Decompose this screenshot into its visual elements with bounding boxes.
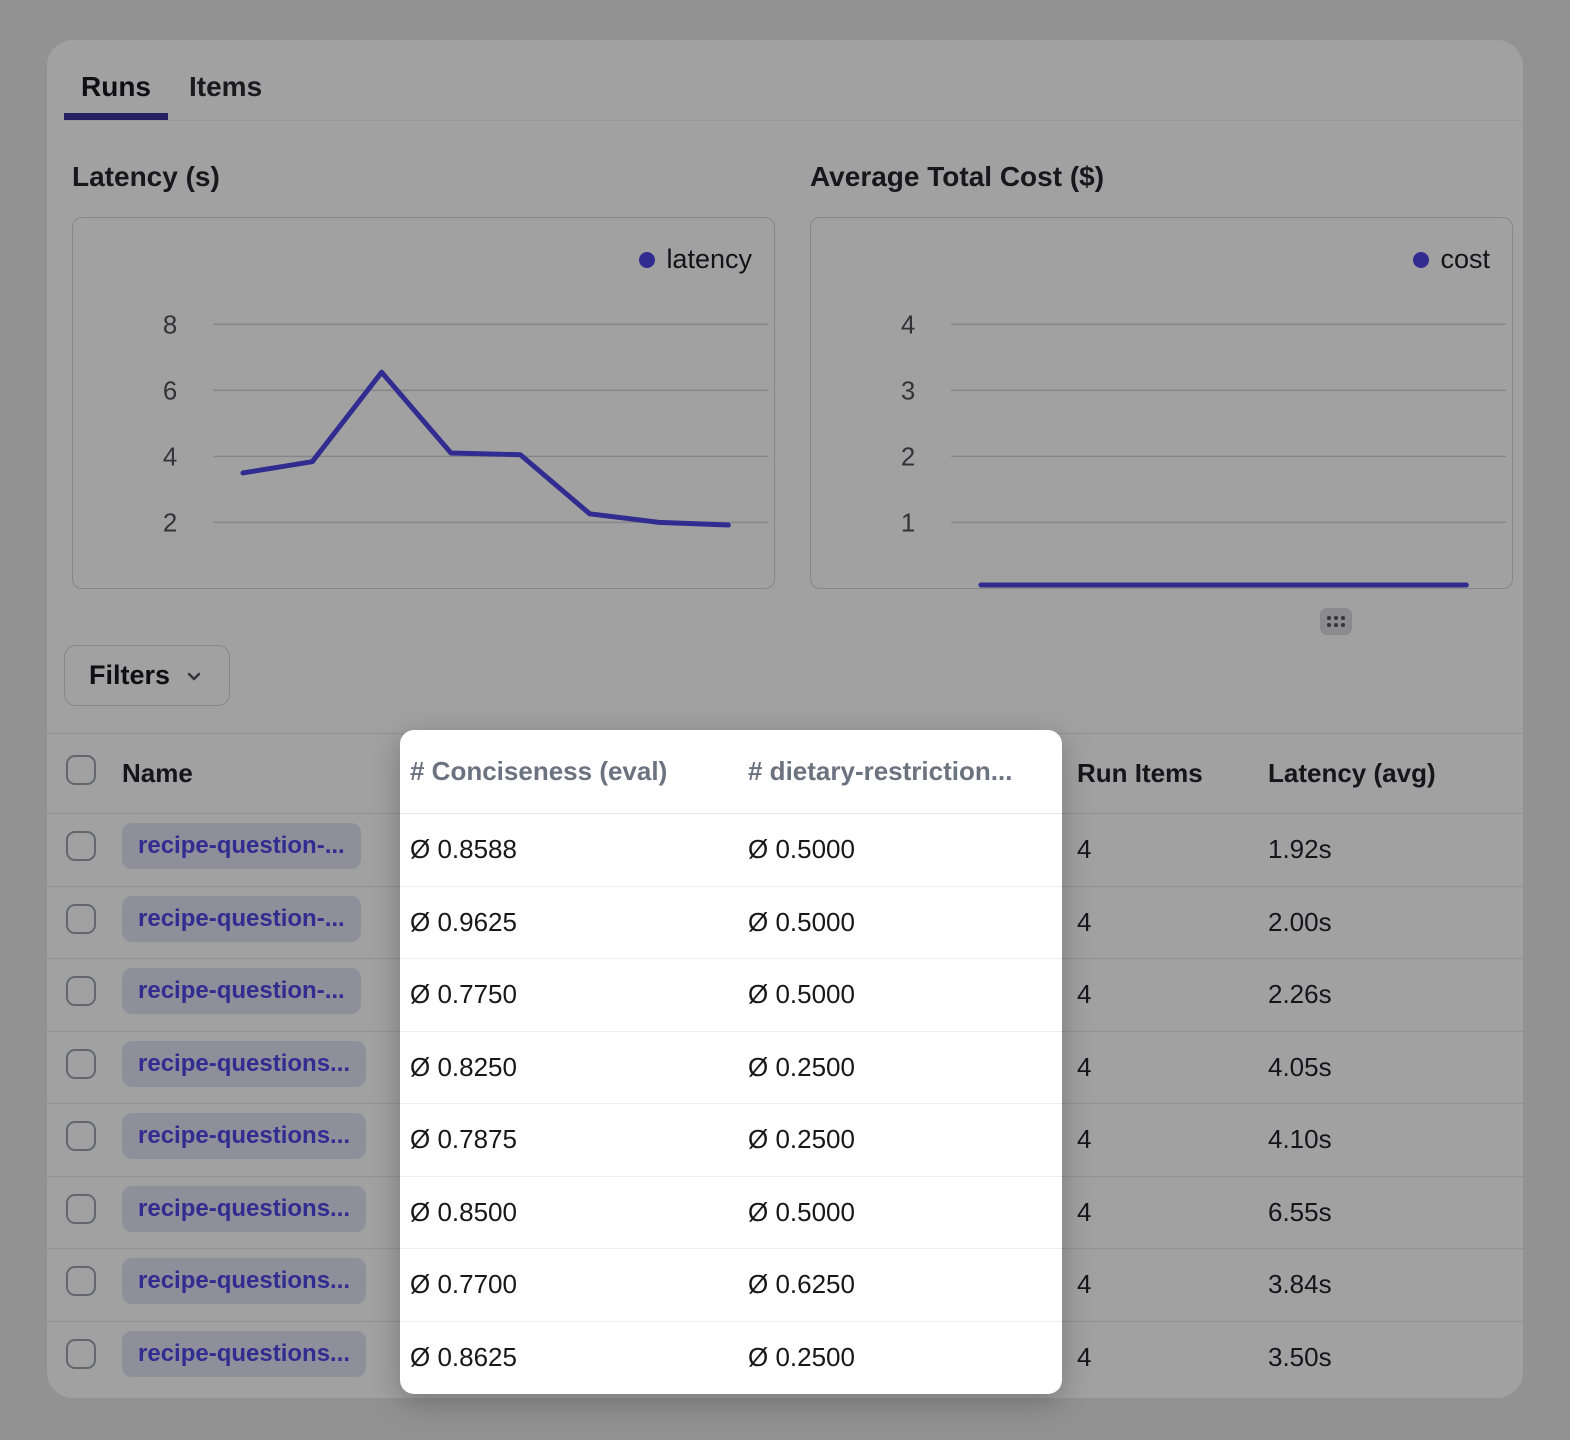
dietary-value: Ø 0.2500 (738, 1124, 1062, 1155)
highlight-row: Ø 0.7750 Ø 0.5000 (400, 959, 1062, 1032)
highlight-row: Ø 0.8625 Ø 0.2500 (400, 1322, 1062, 1395)
highlight-row: Ø 0.7700 Ø 0.6250 (400, 1249, 1062, 1322)
dietary-value: Ø 0.2500 (738, 1052, 1062, 1083)
highlight-row: Ø 0.9625 Ø 0.5000 (400, 887, 1062, 960)
highlighted-columns-panel: # Conciseness (eval) # dietary-restricti… (400, 730, 1062, 1394)
dietary-value: Ø 0.5000 (738, 1197, 1062, 1228)
page-background: Runs Items Latency (s) 8642 latency Aver… (0, 0, 1570, 1440)
highlight-row: Ø 0.8500 Ø 0.5000 (400, 1177, 1062, 1250)
highlight-header-conciseness: # Conciseness (eval) (400, 756, 738, 787)
dietary-value: Ø 0.5000 (738, 834, 1062, 865)
conciseness-value: Ø 0.8625 (400, 1342, 738, 1373)
dietary-value: Ø 0.6250 (738, 1269, 1062, 1300)
conciseness-value: Ø 0.7750 (400, 979, 738, 1010)
conciseness-value: Ø 0.8500 (400, 1197, 738, 1228)
highlight-row: Ø 0.8250 Ø 0.2500 (400, 1032, 1062, 1105)
highlight-row: Ø 0.7875 Ø 0.2500 (400, 1104, 1062, 1177)
conciseness-value: Ø 0.7700 (400, 1269, 738, 1300)
dietary-value: Ø 0.2500 (738, 1342, 1062, 1373)
highlight-row: Ø 0.8588 Ø 0.5000 (400, 814, 1062, 887)
dietary-value: Ø 0.5000 (738, 979, 1062, 1010)
conciseness-value: Ø 0.8250 (400, 1052, 738, 1083)
conciseness-value: Ø 0.7875 (400, 1124, 738, 1155)
conciseness-value: Ø 0.8588 (400, 834, 738, 865)
highlight-header-row: # Conciseness (eval) # dietary-restricti… (400, 730, 1062, 814)
highlight-header-dietary: # dietary-restriction... (738, 756, 1062, 787)
dietary-value: Ø 0.5000 (738, 907, 1062, 938)
conciseness-value: Ø 0.9625 (400, 907, 738, 938)
